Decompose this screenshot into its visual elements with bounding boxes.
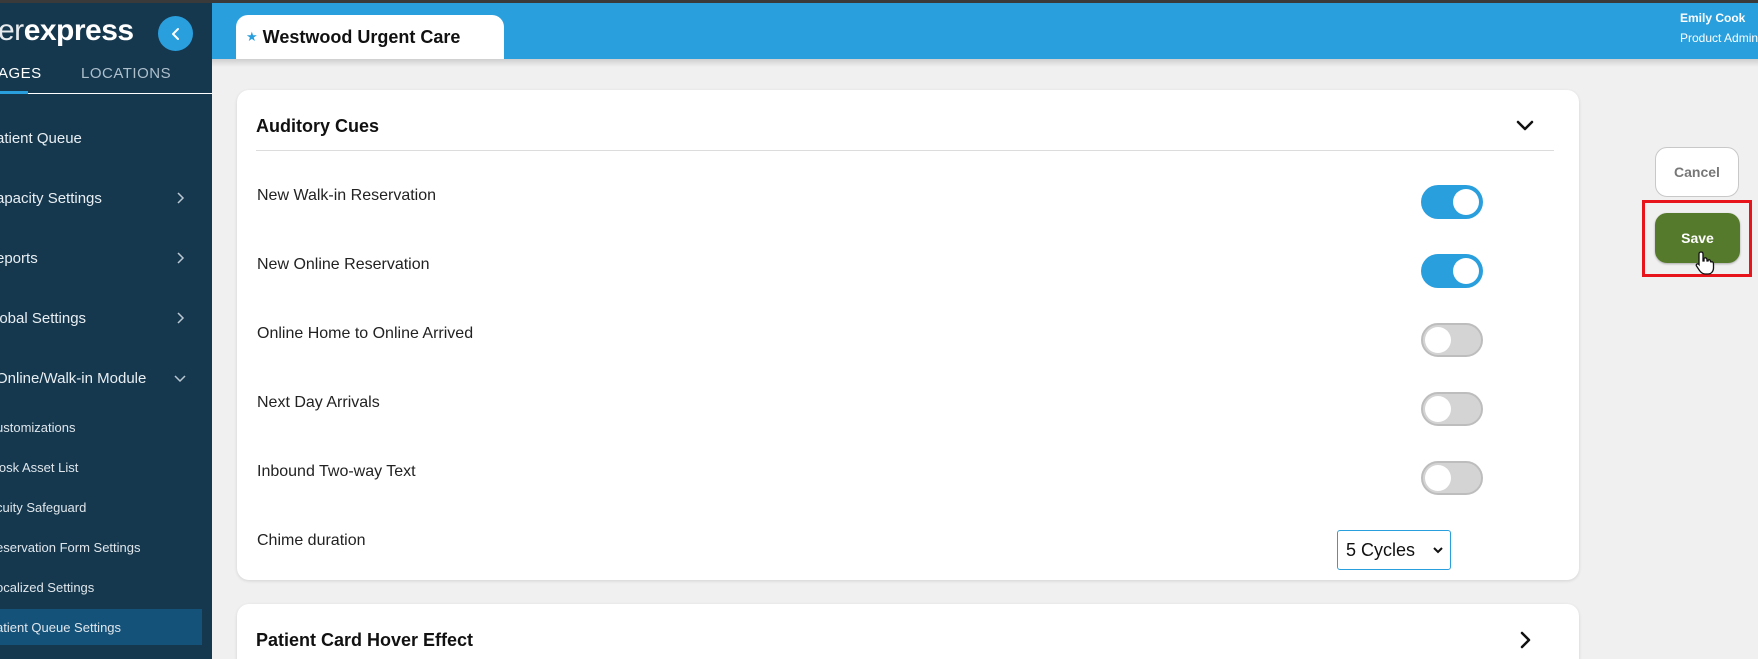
chevron-right-icon: [177, 252, 185, 264]
toggle-next-day-arrivals[interactable]: [1421, 392, 1483, 426]
card-title: Patient Card Hover Effect: [256, 630, 474, 650]
chime-duration-value: 5 Cycles: [1346, 539, 1416, 560]
user-name: Emily Cook: [1680, 11, 1746, 25]
sidebar-item-label: Online/Walk-in Module: [0, 369, 147, 387]
toggle-new-online-reservation[interactable]: [1421, 254, 1483, 288]
window-top-border: [0, 0, 1758, 3]
setting-label: New Online Reservation: [257, 256, 430, 273]
active-tab-indicator: [0, 91, 28, 94]
sidebar-subitem-reservation-form-settings[interactable]: eservation Form Settings: [0, 529, 212, 565]
toggle-inbound-two-way-text[interactable]: [1421, 461, 1483, 495]
sidebar-subitem-patient-queue-settings[interactable]: atient Queue Settings: [0, 609, 202, 645]
sidebar-subitem-acuity-safeguard[interactable]: cuity Safeguard: [0, 489, 212, 525]
toggle-knob: [1453, 189, 1479, 215]
sidebar-tabs: AGES LOCATIONS: [0, 62, 212, 94]
sidebar-item-online-walkin-module[interactable]: Online/Walk-in Module: [0, 363, 212, 393]
sidebar-item-label: eports: [0, 249, 38, 267]
toggle-new-walkin-reservation[interactable]: [1421, 185, 1483, 219]
sidebar-item-label: lobal Settings: [0, 309, 87, 327]
sidebar-item-patient-queue[interactable]: atient Queue: [0, 123, 212, 153]
header-shadow: [212, 59, 1758, 67]
sidebar-item-reports[interactable]: eports: [0, 243, 212, 273]
sidebar-subitem-customizations[interactable]: ustomizations: [0, 409, 212, 445]
toggle-knob: [1453, 258, 1479, 284]
auditory-cues-card: Auditory Cues New Walk-in Reservation Ne…: [237, 90, 1579, 580]
cancel-button[interactable]: Cancel: [1655, 147, 1739, 197]
sidebar-subitem-label: ustomizations: [0, 419, 76, 435]
chevron-down-icon: [174, 375, 186, 383]
toggle-online-home-to-online-arrived[interactable]: [1421, 323, 1483, 357]
chevron-down-icon: [1433, 547, 1443, 554]
sidebar-subitem-label: atient Queue Settings: [0, 619, 122, 635]
collapse-sidebar-button[interactable]: [158, 16, 193, 51]
sidebar-subitem-label: ocalized Settings: [0, 579, 95, 595]
patient-card-hover-card: Patient Card Hover Effect: [237, 604, 1579, 659]
chevron-right-icon: [177, 192, 185, 204]
chevron-left-icon: [171, 27, 179, 40]
hand-cursor-icon: [1695, 251, 1715, 275]
divider: [256, 150, 1554, 151]
user-menu[interactable]: Emily Cook Product Admin: [1680, 11, 1758, 45]
logo-text-bold: express: [23, 14, 134, 47]
sidebar-subitem-kiosk-asset-list[interactable]: iosk Asset List: [0, 449, 212, 485]
star-icon: ★: [246, 29, 258, 44]
toggle-knob: [1425, 465, 1451, 491]
sidebar-subitem-label: eservation Form Settings: [0, 539, 141, 555]
setting-label: Inbound Two-way Text: [257, 463, 416, 480]
location-tab[interactable]: ★ Westwood Urgent Care: [236, 15, 504, 59]
sidebar-item-capacity-settings[interactable]: apacity Settings: [0, 183, 212, 213]
user-role: Product Admin: [1680, 31, 1758, 45]
setting-label: New Walk-in Reservation: [257, 187, 437, 204]
chime-duration-label: Chime duration: [257, 532, 366, 549]
sidebar-subitem-label: cuity Safeguard: [0, 499, 87, 515]
sidebar-item-global-settings[interactable]: lobal Settings: [0, 303, 212, 333]
setting-label: Next Day Arrivals: [257, 394, 380, 411]
tab-pages[interactable]: AGES: [0, 65, 42, 82]
toggle-knob: [1425, 327, 1451, 353]
logo-text-light: er: [0, 14, 24, 47]
chime-duration-select[interactable]: 5 Cycles: [1337, 530, 1451, 570]
location-name: Westwood Urgent Care: [262, 26, 461, 47]
top-header: ★ Westwood Urgent Care Emily Cook Produc…: [212, 3, 1758, 59]
chevron-down-icon[interactable]: [1513, 114, 1537, 138]
sidebar-item-label: atient Queue: [0, 129, 82, 147]
sidebar: erexpress AGES LOCATIONS atient Queue ap…: [0, 0, 212, 659]
sidebar-item-label: apacity Settings: [0, 189, 102, 207]
card-title: Auditory Cues: [256, 116, 380, 136]
sidebar-subitem-localized-settings[interactable]: ocalized Settings: [0, 569, 212, 605]
app-logo: erexpress: [0, 14, 134, 48]
chevron-right-icon[interactable]: [1513, 628, 1537, 652]
toggle-knob: [1425, 396, 1451, 422]
chevron-right-icon: [177, 312, 185, 324]
tab-locations[interactable]: LOCATIONS: [81, 65, 171, 82]
sidebar-subitem-label: iosk Asset List: [0, 459, 79, 475]
setting-label: Online Home to Online Arrived: [257, 325, 474, 342]
